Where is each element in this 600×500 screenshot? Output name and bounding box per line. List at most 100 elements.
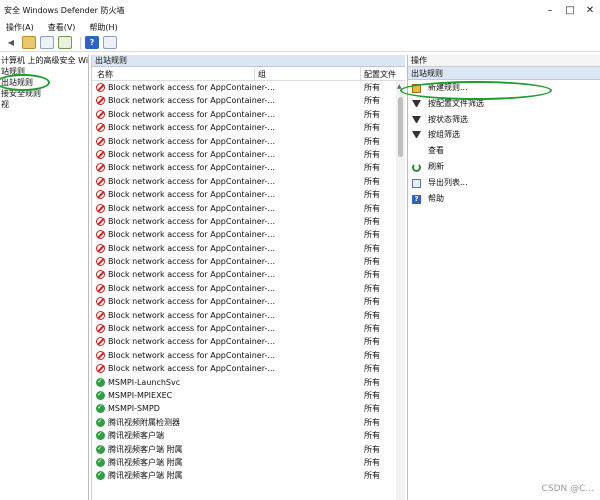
rule-row[interactable]: MSMPI-MPIEXEC 所有 (92, 388, 405, 402)
rule-name: 腾讯视频客户端 附属 (108, 457, 183, 467)
rule-row[interactable]: 腾讯视频附属检测器 所有 (92, 415, 405, 429)
rule-name: Block network access for AppContainer-..… (108, 270, 275, 280)
column-divider[interactable] (254, 67, 255, 81)
tree-item-root[interactable]: 计算机 上的高级安全 Windo (0, 55, 88, 66)
column-name[interactable]: 名称 (97, 69, 113, 80)
rule-row[interactable]: Block network access for AppContainer-..… (92, 335, 405, 348)
close-button[interactable]: ✕ (580, 0, 600, 20)
menu-help[interactable]: 帮助(H) (89, 22, 117, 33)
rule-name: Block network access for AppContainer-..… (108, 109, 275, 119)
rule-profile: 所有 (364, 404, 380, 414)
action-filter-by-group[interactable]: 按组筛选 (408, 127, 600, 143)
action-export-list[interactable]: 导出列表... (408, 175, 600, 191)
rule-row[interactable]: 腾讯视频客户端 所有 (92, 428, 405, 442)
rule-row[interactable]: Block network access for AppContainer-..… (92, 188, 405, 201)
rule-profile: 所有 (364, 243, 380, 253)
back-icon[interactable]: ◀ (4, 36, 18, 49)
block-rule-icon (96, 123, 105, 133)
rule-name: 腾讯视频附属检测器 (108, 417, 180, 427)
rule-name: Block network access for AppContainer-..… (108, 216, 275, 226)
block-rule-icon (96, 350, 105, 360)
column-profile[interactable]: 配置文件 (364, 69, 396, 80)
rule-name: Block network access for AppContainer-..… (108, 163, 275, 173)
rule-row[interactable]: Block network access for AppContainer-..… (92, 202, 405, 215)
rule-name: Block network access for AppContainer-..… (108, 350, 275, 360)
scrollbar-thumb[interactable] (398, 97, 403, 157)
column-divider[interactable] (360, 67, 361, 81)
rule-row[interactable]: Block network access for AppContainer-..… (92, 175, 405, 188)
rule-profile: 所有 (364, 364, 380, 374)
rule-row[interactable]: Block network access for AppContainer-..… (92, 94, 405, 107)
rule-name: Block network access for AppContainer-..… (108, 297, 275, 307)
rule-row[interactable]: Block network access for AppContainer-..… (92, 135, 405, 148)
rule-row[interactable]: MSMPI-LaunchSvc 所有 (92, 375, 405, 389)
block-rule-icon (96, 310, 105, 320)
rule-name: Block network access for AppContainer-..… (108, 149, 275, 159)
rule-name: Block network access for AppContainer-..… (108, 136, 275, 146)
rule-row[interactable]: MSMPI-SMPD 所有 (92, 401, 405, 415)
rule-profile: 所有 (364, 136, 380, 146)
action-help[interactable]: ? 帮助 (408, 191, 600, 207)
rule-name: Block network access for AppContainer-..… (108, 337, 275, 347)
action-filter-by-state[interactable]: 按状态筛选 (408, 112, 600, 128)
folder-icon[interactable] (22, 36, 36, 49)
rule-profile: 所有 (364, 270, 380, 280)
rule-row[interactable]: Block network access for AppContainer-..… (92, 268, 405, 281)
rule-name: Block network access for AppContainer-..… (108, 83, 275, 92)
rule-row[interactable]: Block network access for AppContainer-..… (92, 161, 405, 174)
column-header: 名称 组 配置文件 (92, 67, 405, 81)
tree-item-monitoring[interactable]: 视 (0, 99, 88, 110)
rule-row[interactable]: Block network access for AppContainer-..… (92, 309, 405, 322)
rule-row[interactable]: 腾讯视频客户端 附属 所有 (92, 468, 405, 482)
actions-section-title[interactable]: 出站规则 (408, 67, 600, 80)
rule-name: Block network access for AppContainer-..… (108, 230, 275, 240)
rule-profile: 所有 (364, 109, 380, 119)
action-refresh[interactable]: 刷新 (408, 159, 600, 175)
rule-row[interactable]: Block network access for AppContainer-..… (92, 295, 405, 308)
rule-row[interactable]: Block network access for AppContainer-..… (92, 255, 405, 268)
action-view[interactable]: 查看 (408, 143, 600, 159)
rule-row[interactable]: Block network access for AppContainer-..… (92, 362, 405, 375)
rule-row[interactable]: Block network access for AppContainer-..… (92, 121, 405, 134)
vertical-scrollbar[interactable]: ▲ (396, 81, 405, 500)
rule-row[interactable]: Block network access for AppContainer-..… (92, 108, 405, 121)
rule-name: 腾讯视频客户端 附属 (108, 471, 183, 481)
rule-profile: 所有 (364, 216, 380, 226)
rule-profile: 所有 (364, 431, 380, 441)
rule-row[interactable]: Block network access for AppContainer-..… (92, 242, 405, 255)
rule-row[interactable]: Block network access for AppContainer-..… (92, 81, 405, 94)
rule-row[interactable]: Block network access for AppContainer-..… (92, 148, 405, 161)
menu-view[interactable]: 查看(V) (48, 22, 76, 33)
rule-profile: 所有 (364, 377, 380, 387)
rule-profile: 所有 (364, 257, 380, 267)
filter-icon (412, 131, 421, 140)
rule-profile: 所有 (364, 350, 380, 360)
rule-row[interactable]: Block network access for AppContainer-..… (92, 322, 405, 335)
rule-name: Block network access for AppContainer-..… (108, 364, 275, 374)
rule-row[interactable]: 腾讯视频客户端 附属 所有 (92, 442, 405, 456)
action-label: 导出列表... (428, 177, 468, 187)
title-bar: 安全 Windows Defender 防火墙 – □ ✕ (0, 0, 600, 20)
rule-row[interactable]: Block network access for AppContainer-..… (92, 282, 405, 295)
action-label: 刷新 (428, 161, 444, 171)
rule-row[interactable]: Block network access for AppContainer-..… (92, 215, 405, 228)
minimize-button[interactable]: – (540, 0, 560, 20)
rule-name: Block network access for AppContainer-..… (108, 324, 275, 334)
maximize-button[interactable]: □ (560, 0, 580, 20)
help-icon[interactable]: ? (85, 36, 99, 49)
filter-icon (412, 99, 421, 109)
rule-row[interactable]: Block network access for AppContainer-..… (92, 349, 405, 362)
allow-rule-icon (96, 375, 105, 388)
block-rule-icon (96, 83, 105, 92)
column-group[interactable]: 组 (258, 69, 266, 80)
console-icon[interactable] (103, 36, 117, 49)
rule-row[interactable]: 腾讯视频客户端 附属 所有 (92, 455, 405, 469)
rule-row[interactable]: Block network access for AppContainer-..… (92, 228, 405, 241)
rule-name: MSMPI-LaunchSvc (108, 377, 181, 387)
block-rule-icon (96, 136, 105, 146)
rules-panel-title: 出站规则 (92, 55, 405, 67)
export-list-icon[interactable] (58, 36, 72, 49)
properties-icon[interactable] (40, 36, 54, 49)
menu-action[interactable]: 操作(A) (6, 22, 34, 33)
rule-profile: 所有 (364, 297, 380, 307)
